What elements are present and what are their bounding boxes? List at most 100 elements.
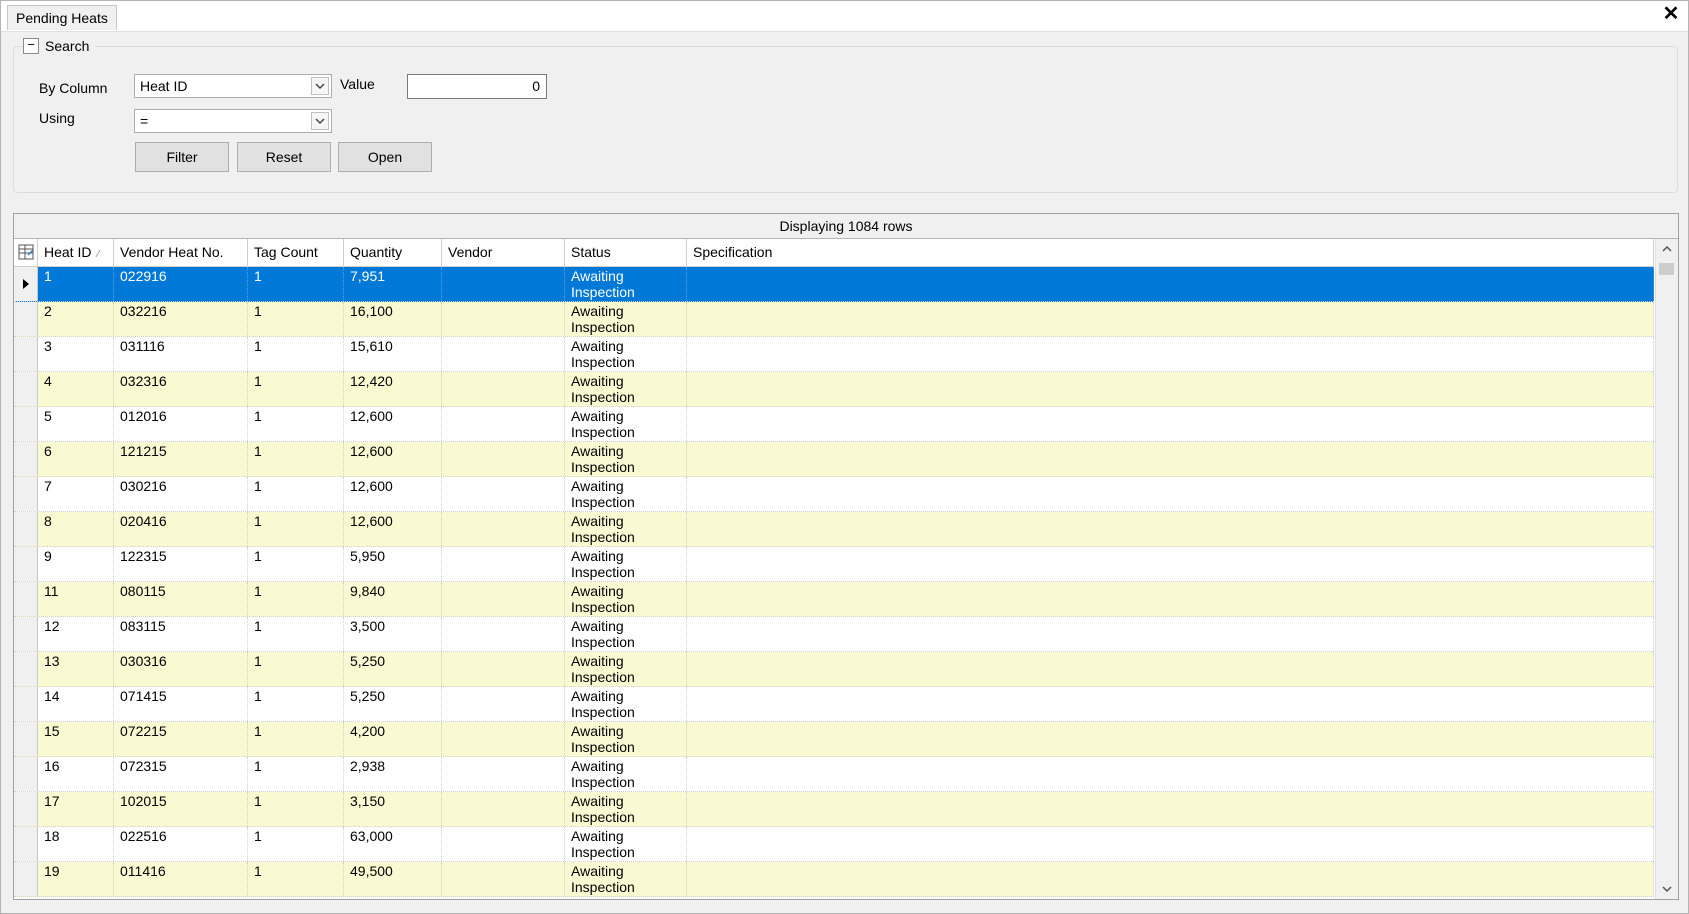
cell-specification[interactable] (687, 757, 1654, 791)
cell-status[interactable]: Awaiting Inspection (565, 862, 687, 896)
value-input[interactable]: 0 (407, 74, 547, 99)
cell-heat-id[interactable]: 3 (38, 337, 114, 371)
cell-vendor[interactable] (442, 442, 565, 476)
table-row[interactable]: 2 032216 1 16,100 Awaiting Inspection (14, 302, 1654, 337)
cell-vendor[interactable] (442, 722, 565, 756)
cell-vendor-heat-no[interactable]: 012016 (114, 407, 248, 441)
table-row[interactable]: 16 072315 1 2,938 Awaiting Inspection (14, 757, 1654, 792)
cell-tag-count[interactable]: 1 (248, 477, 344, 511)
cell-vendor-heat-no[interactable]: 031116 (114, 337, 248, 371)
cell-tag-count[interactable]: 1 (248, 267, 344, 301)
cell-vendor-heat-no[interactable]: 080115 (114, 582, 248, 616)
cell-status[interactable]: Awaiting Inspection (565, 582, 687, 616)
cell-vendor-heat-no[interactable]: 122315 (114, 547, 248, 581)
table-row[interactable]: 6 121215 1 12,600 Awaiting Inspection (14, 442, 1654, 477)
cell-specification[interactable] (687, 512, 1654, 546)
cell-status[interactable]: Awaiting Inspection (565, 302, 687, 336)
collapse-search-button[interactable]: − (23, 38, 39, 54)
cell-vendor[interactable] (442, 617, 565, 651)
cell-vendor-heat-no[interactable]: 083115 (114, 617, 248, 651)
by-column-select[interactable]: Heat ID (134, 74, 332, 98)
cell-heat-id[interactable]: 17 (38, 792, 114, 826)
cell-status[interactable]: Awaiting Inspection (565, 267, 687, 301)
cell-specification[interactable] (687, 442, 1654, 476)
row-header[interactable] (14, 687, 38, 721)
cell-tag-count[interactable]: 1 (248, 792, 344, 826)
table-row[interactable]: 13 030316 1 5,250 Awaiting Inspection (14, 652, 1654, 687)
cell-quantity[interactable]: 9,840 (344, 582, 442, 616)
cell-quantity[interactable]: 12,600 (344, 442, 442, 476)
row-header[interactable] (14, 722, 38, 756)
row-header[interactable] (14, 267, 38, 301)
chevron-down-icon[interactable] (311, 77, 329, 95)
col-header-vendor[interactable]: Vendor (442, 239, 565, 266)
row-header[interactable] (14, 512, 38, 546)
cell-tag-count[interactable]: 1 (248, 442, 344, 476)
cell-tag-count[interactable]: 1 (248, 617, 344, 651)
reset-button[interactable]: Reset (237, 142, 331, 172)
cell-vendor[interactable] (442, 862, 565, 896)
cell-heat-id[interactable]: 15 (38, 722, 114, 756)
cell-specification[interactable] (687, 652, 1654, 686)
cell-vendor-heat-no[interactable]: 072315 (114, 757, 248, 791)
cell-specification[interactable] (687, 862, 1654, 896)
cell-heat-id[interactable]: 19 (38, 862, 114, 896)
cell-vendor[interactable] (442, 512, 565, 546)
cell-quantity[interactable]: 5,250 (344, 652, 442, 686)
cell-specification[interactable] (687, 722, 1654, 756)
cell-vendor[interactable] (442, 687, 565, 721)
cell-vendor[interactable] (442, 407, 565, 441)
cell-vendor-heat-no[interactable]: 032316 (114, 372, 248, 406)
cell-heat-id[interactable]: 11 (38, 582, 114, 616)
scroll-up-icon[interactable] (1656, 239, 1678, 259)
cell-specification[interactable] (687, 792, 1654, 826)
cell-heat-id[interactable]: 12 (38, 617, 114, 651)
cell-vendor-heat-no[interactable]: 022916 (114, 267, 248, 301)
cell-specification[interactable] (687, 372, 1654, 406)
cell-specification[interactable] (687, 547, 1654, 581)
cell-heat-id[interactable]: 16 (38, 757, 114, 791)
cell-vendor[interactable] (442, 337, 565, 371)
row-header[interactable] (14, 792, 38, 826)
cell-specification[interactable] (687, 477, 1654, 511)
cell-specification[interactable] (687, 827, 1654, 861)
cell-heat-id[interactable]: 18 (38, 827, 114, 861)
cell-status[interactable]: Awaiting Inspection (565, 477, 687, 511)
using-select[interactable]: = (134, 109, 332, 133)
cell-quantity[interactable]: 49,500 (344, 862, 442, 896)
cell-tag-count[interactable]: 1 (248, 827, 344, 861)
cell-quantity[interactable]: 12,600 (344, 477, 442, 511)
cell-status[interactable]: Awaiting Inspection (565, 337, 687, 371)
col-header-specification[interactable]: Specification (687, 239, 1654, 266)
cell-status[interactable]: Awaiting Inspection (565, 757, 687, 791)
cell-status[interactable]: Awaiting Inspection (565, 547, 687, 581)
cell-vendor[interactable] (442, 652, 565, 686)
row-header[interactable] (14, 582, 38, 616)
cell-vendor-heat-no[interactable]: 011416 (114, 862, 248, 896)
cell-heat-id[interactable]: 9 (38, 547, 114, 581)
cell-specification[interactable] (687, 407, 1654, 441)
table-row[interactable]: 8 020416 1 12,600 Awaiting Inspection (14, 512, 1654, 547)
cell-vendor-heat-no[interactable]: 030216 (114, 477, 248, 511)
table-row[interactable]: 17 102015 1 3,150 Awaiting Inspection (14, 792, 1654, 827)
row-header[interactable] (14, 617, 38, 651)
open-button[interactable]: Open (338, 142, 432, 172)
cell-quantity[interactable]: 7,951 (344, 267, 442, 301)
cell-status[interactable]: Awaiting Inspection (565, 442, 687, 476)
row-header[interactable] (14, 827, 38, 861)
cell-heat-id[interactable]: 13 (38, 652, 114, 686)
cell-tag-count[interactable]: 1 (248, 687, 344, 721)
cell-vendor-heat-no[interactable]: 032216 (114, 302, 248, 336)
cell-heat-id[interactable]: 7 (38, 477, 114, 511)
close-icon[interactable]: ✕ (1660, 3, 1682, 25)
cell-vendor[interactable] (442, 827, 565, 861)
col-header-status[interactable]: Status (565, 239, 687, 266)
cell-tag-count[interactable]: 1 (248, 547, 344, 581)
column-chooser-button[interactable] (14, 239, 38, 266)
cell-status[interactable]: Awaiting Inspection (565, 687, 687, 721)
cell-vendor-heat-no[interactable]: 030316 (114, 652, 248, 686)
col-header-heat-id[interactable]: Heat ID ⁄ (38, 239, 114, 266)
cell-tag-count[interactable]: 1 (248, 722, 344, 756)
table-row[interactable]: 12 083115 1 3,500 Awaiting Inspection (14, 617, 1654, 652)
cell-specification[interactable] (687, 582, 1654, 616)
